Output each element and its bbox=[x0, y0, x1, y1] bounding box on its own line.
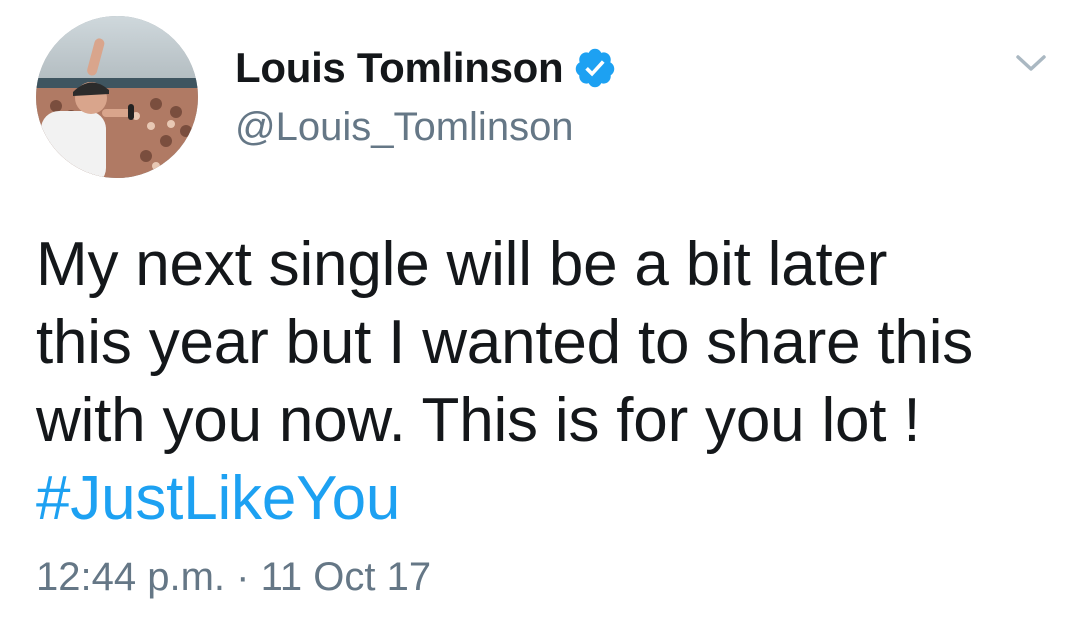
hashtag-link[interactable]: #JustLikeYou bbox=[36, 460, 1056, 538]
tweet-text-line: My next single will be a bit later bbox=[36, 230, 888, 299]
tweet-text-line: with you now. This is for you lot ! bbox=[36, 386, 921, 455]
tweet-time: 12:44 p.m. bbox=[36, 555, 226, 599]
display-name[interactable]: Louis Tomlinson bbox=[235, 44, 564, 92]
tweet-date: 11 Oct 17 bbox=[260, 555, 432, 599]
verified-badge-icon bbox=[573, 46, 617, 90]
author-row: Louis Tomlinson bbox=[235, 40, 617, 96]
avatar[interactable] bbox=[36, 16, 198, 178]
tweet-timestamp[interactable]: 12:44 p.m. · 11 Oct 17 bbox=[36, 555, 431, 600]
author-handle[interactable]: @Louis_Tomlinson bbox=[235, 105, 574, 150]
tweet-text-line: this year but I wanted to share this bbox=[36, 308, 974, 377]
tweet-text: My next single will be a bit later this … bbox=[36, 226, 1056, 538]
chevron-down-icon[interactable] bbox=[1010, 45, 1052, 79]
meta-separator: · bbox=[236, 555, 250, 599]
